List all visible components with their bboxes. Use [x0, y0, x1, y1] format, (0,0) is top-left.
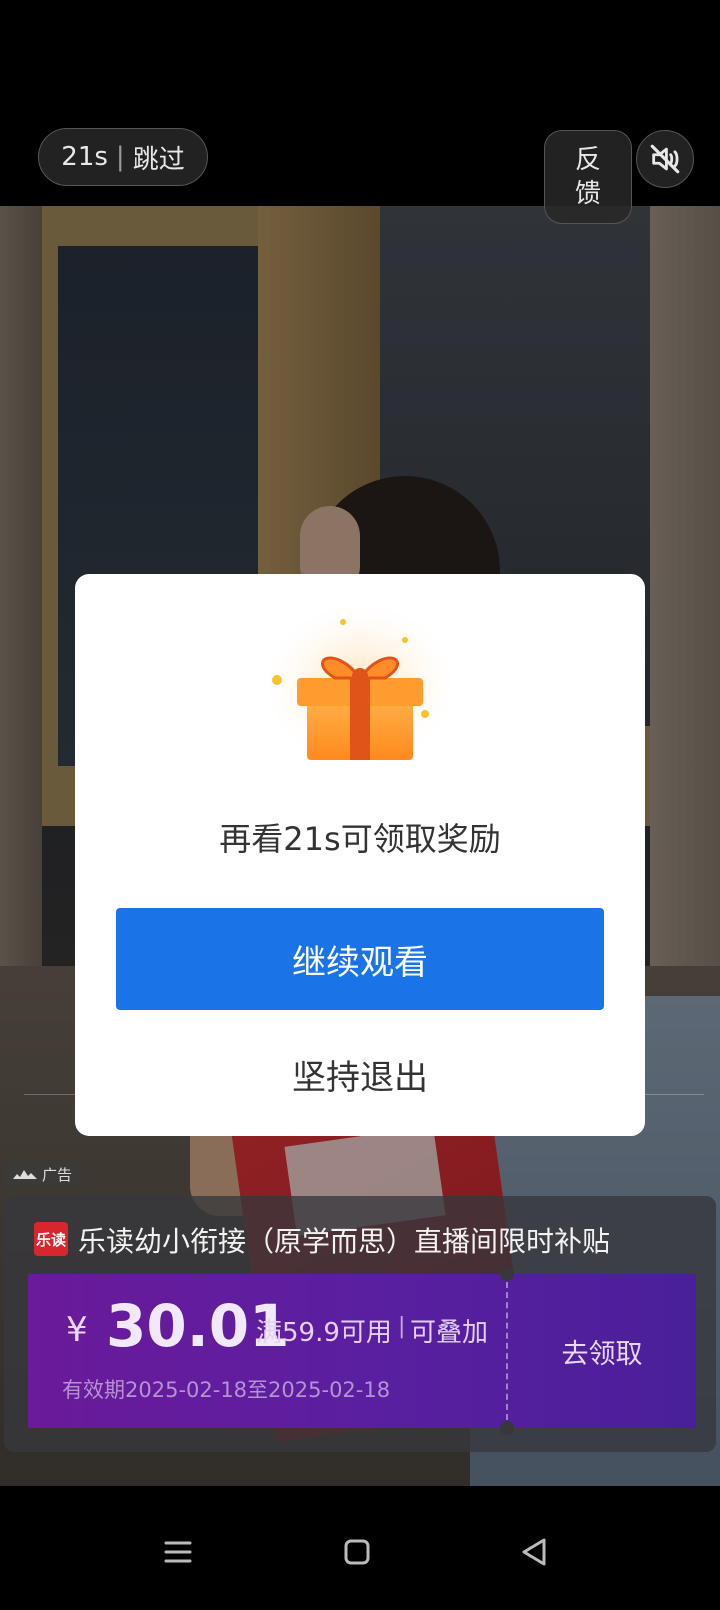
back-triangle-icon — [522, 1538, 546, 1566]
reward-dialog: 再看21s可领取奖励 继续观看 坚持退出 — [75, 574, 645, 1136]
ad-tag: 广告 — [4, 1162, 81, 1186]
system-nav-bar — [0, 1486, 720, 1610]
speaker-muted-icon — [650, 144, 680, 174]
continue-watching-button[interactable]: 继续观看 — [116, 908, 604, 1010]
skip-separator: | — [115, 142, 125, 172]
ad-signal-icon — [13, 1170, 37, 1179]
nav-menu-button[interactable] — [148, 1522, 208, 1582]
menu-icon — [164, 1541, 192, 1563]
nav-home-button[interactable] — [327, 1522, 387, 1582]
skip-label: 跳过 — [132, 144, 185, 175]
coupon[interactable]: ¥ 30.01 满59.9可用 | 可叠加 有效期2025-02-18至2025… — [28, 1267, 696, 1435]
ad-title[interactable]: 乐读幼小衔接（原学而思）直播间限时补贴 — [78, 1220, 610, 1260]
quit-button[interactable]: 坚持退出 — [75, 1050, 645, 1099]
feedback-label-line1: 反 — [574, 145, 601, 175]
skip-countdown: 21s — [61, 142, 108, 172]
mute-button[interactable] — [636, 130, 694, 188]
feedback-label-line2: 馈 — [574, 179, 601, 209]
gift-box-icon — [265, 604, 455, 764]
coupon-separator: | — [398, 1314, 406, 1339]
coupon-threshold: 满59.9可用 — [256, 1318, 392, 1348]
coupon-stackable: 可叠加 — [410, 1318, 489, 1348]
skip-button[interactable]: 21s | 跳过 — [38, 128, 208, 186]
ad-card[interactable]: 乐读 乐读幼小衔接（原学而思）直播间限时补贴 ¥ 30.01 满59.9可用 |… — [4, 1196, 716, 1452]
coupon-validity: 有效期2025-02-18至2025-02-18 — [62, 1378, 391, 1402]
coupon-details: ¥ 30.01 满59.9可用 | 可叠加 有效期2025-02-18至2025… — [28, 1274, 506, 1428]
nav-back-button[interactable] — [504, 1522, 564, 1582]
ad-tag-label: 广告 — [42, 1165, 73, 1184]
feedback-button[interactable]: 反 馈 — [544, 130, 632, 224]
claim-coupon-button[interactable]: 去领取 — [508, 1274, 696, 1428]
brand-logo: 乐读 — [34, 1222, 68, 1256]
coupon-currency: ¥ — [66, 1310, 88, 1350]
home-square-icon — [344, 1539, 370, 1565]
dialog-message: 再看21s可领取奖励 — [219, 820, 501, 858]
